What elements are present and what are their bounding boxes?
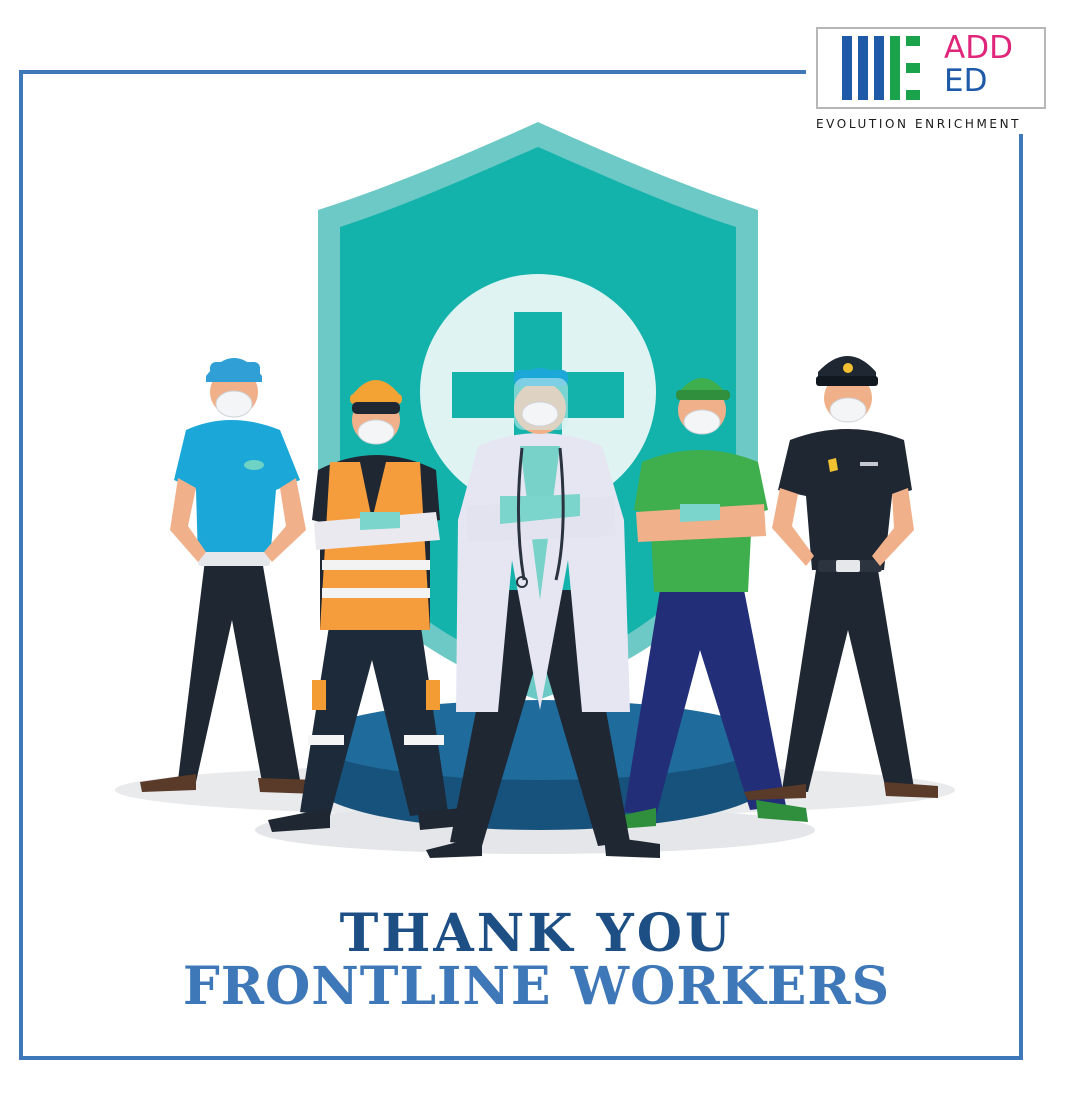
headline-frontline-workers: FRONTLINE WORKERS xyxy=(182,956,891,1017)
logo-text: ADD ED xyxy=(944,32,1013,98)
police-officer xyxy=(744,356,938,800)
logo-line-add: ADD xyxy=(944,30,1013,66)
added-logo-icon xyxy=(842,36,920,100)
podium-top xyxy=(312,700,768,780)
logo-line-ed: ED xyxy=(944,63,988,99)
sanitation-worker xyxy=(140,358,318,794)
headline-thank-you: THANK YOU xyxy=(339,903,734,964)
logo-tagline: EVOLUTION ENRICHMENT xyxy=(816,117,1022,131)
